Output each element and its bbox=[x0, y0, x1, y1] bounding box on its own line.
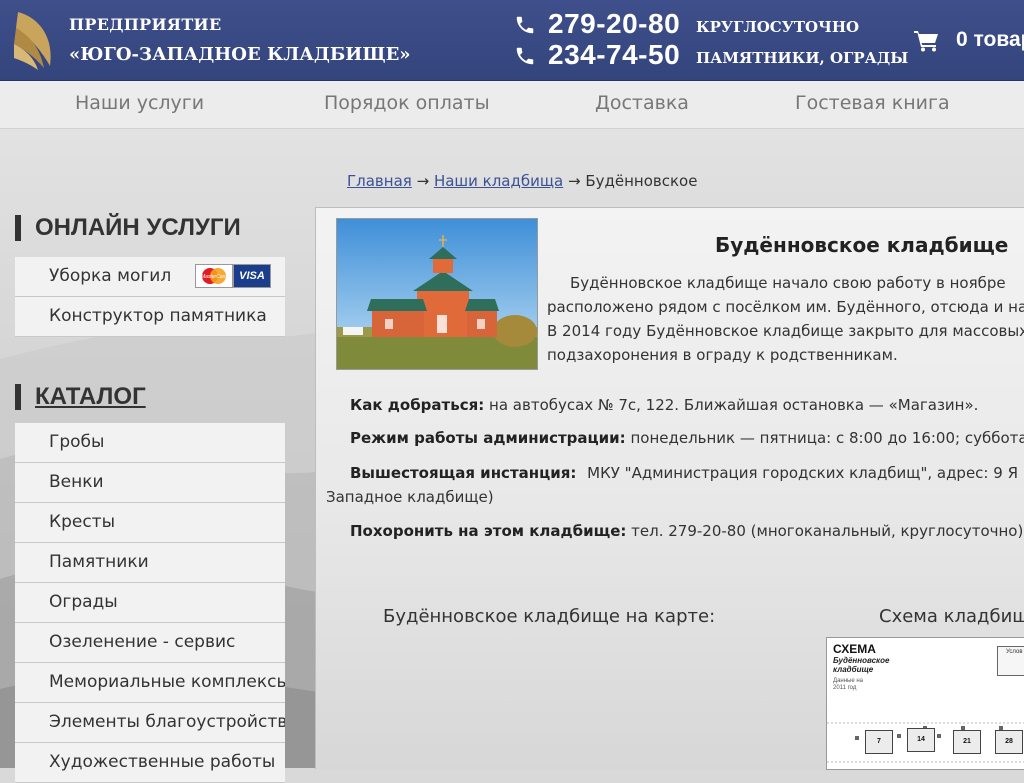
scheme-plot: 14 bbox=[907, 728, 935, 752]
nav-item-services[interactable]: Наши услуги bbox=[75, 92, 204, 114]
phone-icon bbox=[516, 47, 534, 65]
breadcrumb: Главная → Наши кладбища → Будённовское bbox=[347, 172, 697, 190]
info-how-to-get: Как добраться: на автобусах № 7с, 122. Б… bbox=[350, 396, 978, 414]
info-label: Похоронить на этом кладбище: bbox=[350, 522, 627, 540]
main-nav: Наши услуги Порядок оплаты Доставка Гост… bbox=[0, 81, 1024, 129]
sidebar-item-label: Озеленение - сервис bbox=[49, 632, 236, 652]
sidebar-item-coffins[interactable]: Гробы bbox=[15, 423, 285, 463]
info-value: понедельник — пятница: с 8:00 до 16:00; … bbox=[630, 429, 1024, 447]
breadcrumb-section-link[interactable]: Наши кладбища bbox=[434, 172, 563, 190]
sidebar-item-label: Венки bbox=[49, 472, 104, 492]
sidebar-item-label: Художественные работы bbox=[49, 752, 276, 772]
scheme-caption: Схема кладбища bbox=[879, 606, 1024, 627]
sidebar-item-crosses[interactable]: Кресты bbox=[15, 503, 285, 543]
sidebar-item-label: Памятники bbox=[49, 552, 149, 572]
description-line: Будённовское кладбище начало свою работу… bbox=[570, 274, 1006, 292]
catalog-list: Гробы Венки Кресты Памятники Ограды Озел… bbox=[15, 423, 285, 783]
breadcrumb-arrow: → bbox=[567, 172, 581, 190]
phone-note: КРУГЛОСУТОЧНО bbox=[696, 18, 860, 36]
info-value: на автобусах № 7с, 122. Ближайшая остано… bbox=[489, 396, 979, 414]
phone-note: ПАМЯТНИКИ, ОГРАДЫ bbox=[696, 49, 909, 67]
description-line: расположено рядом с посёлком им. Будённо… bbox=[547, 298, 1024, 316]
info-value: МКУ "Администрация городских кладбищ", а… bbox=[587, 464, 1018, 482]
description-line: В 2014 году Будённовское кладбище закрыт… bbox=[547, 322, 1024, 340]
sidebar-item-label: Элементы благоустройства bbox=[49, 712, 285, 732]
info-burial-phone: Похоронить на этом кладбище: тел. 279-20… bbox=[350, 522, 1023, 540]
mastercard-label: MasterCard bbox=[201, 274, 227, 280]
sidebar-item-label: Гробы bbox=[49, 432, 105, 452]
description-line: подзахоронения в ограду к родственникам. bbox=[547, 346, 898, 364]
scheme-plot: 7 bbox=[865, 730, 893, 754]
mastercard-icon: MasterCard bbox=[195, 264, 233, 288]
breadcrumb-current: Будённовское bbox=[585, 172, 698, 190]
online-services-list: Уборка могил MasterCard VISA Конструктор… bbox=[15, 257, 285, 337]
site-header: ПРЕДПРИЯТИЕ «ЮГО-ЗАПАДНОЕ КЛАДБИЩЕ» 279-… bbox=[0, 0, 1024, 81]
scheme-plot: 28 bbox=[995, 730, 1023, 754]
sidebar-item-memorials[interactable]: Мемориальные комплексы bbox=[15, 663, 285, 703]
cemetery-chapel-photo[interactable] bbox=[336, 218, 538, 370]
info-value: тел. 279-20-80 (многоканальный, круглосу… bbox=[631, 522, 1024, 540]
phone-number[interactable]: 279-20-80 bbox=[548, 8, 680, 40]
sidebar-item-art-works[interactable]: Художественные работы bbox=[15, 743, 285, 783]
map-caption: Будённовское кладбище на карте: bbox=[383, 606, 716, 627]
visa-label: VISA bbox=[239, 270, 265, 282]
sidebar-item-label: Уборка могил bbox=[49, 266, 172, 286]
catalog-title[interactable]: КАТАЛОГ bbox=[15, 384, 146, 410]
sidebar-item-improvement[interactable]: Элементы благоустройства bbox=[15, 703, 285, 743]
breadcrumb-home-link[interactable]: Главная bbox=[347, 172, 412, 190]
cemetery-scheme-image[interactable]: СХЕМА Будённовское кладбище Данные на 20… bbox=[826, 637, 1024, 770]
online-services-title: ОНЛАЙН УСЛУГИ bbox=[15, 215, 241, 241]
phone-number[interactable]: 234-74-50 bbox=[548, 39, 680, 71]
cart-count[interactable]: 0 товар bbox=[956, 28, 1024, 52]
info-label: Вышестоящая инстанция: bbox=[350, 464, 577, 482]
sidebar-item-label: Конструктор памятника bbox=[49, 306, 267, 326]
info-authority: Вышестоящая инстанция: МКУ "Администраци… bbox=[350, 464, 1018, 482]
info-label: Режим работы администрации: bbox=[350, 429, 626, 447]
nav-item-guestbook[interactable]: Гостевая книга bbox=[795, 92, 950, 114]
nav-item-payment[interactable]: Порядок оплаты bbox=[324, 92, 490, 114]
breadcrumb-arrow: → bbox=[416, 172, 430, 190]
sidebar-item-label: Мемориальные комплексы bbox=[49, 672, 285, 692]
scheme-plot: 21 bbox=[953, 730, 981, 754]
page-title: Будённовское кладбище bbox=[715, 233, 1009, 257]
chapel-photo-image bbox=[337, 219, 537, 369]
wings-logo-icon[interactable] bbox=[10, 8, 60, 74]
sidebar-item-fences[interactable]: Ограды bbox=[15, 583, 285, 623]
visa-icon: VISA bbox=[233, 264, 271, 288]
info-label: Как добраться: bbox=[350, 396, 485, 414]
company-type: ПРЕДПРИЯТИЕ bbox=[69, 15, 222, 34]
sidebar-item-wreaths[interactable]: Венки bbox=[15, 463, 285, 503]
sidebar-item-label: Кресты bbox=[49, 512, 115, 532]
sidebar-item-label: Ограды bbox=[49, 592, 118, 612]
sidebar-item-monuments[interactable]: Памятники bbox=[15, 543, 285, 583]
company-name: «ЮГО-ЗАПАДНОЕ КЛАДБИЩЕ» bbox=[69, 44, 411, 65]
nav-item-delivery[interactable]: Доставка bbox=[595, 92, 689, 114]
sidebar-item-monument-builder[interactable]: Конструктор памятника bbox=[15, 297, 285, 337]
phone-icon bbox=[516, 16, 534, 34]
info-authority-cont: Западное кладбище) bbox=[326, 488, 494, 506]
info-working-hours: Режим работы администрации: понедельник … bbox=[350, 429, 1024, 447]
sidebar-item-grave-cleaning[interactable]: Уборка могил MasterCard VISA bbox=[15, 257, 285, 297]
cart-icon bbox=[914, 31, 938, 52]
sidebar-item-landscaping[interactable]: Озеленение - сервис bbox=[15, 623, 285, 663]
